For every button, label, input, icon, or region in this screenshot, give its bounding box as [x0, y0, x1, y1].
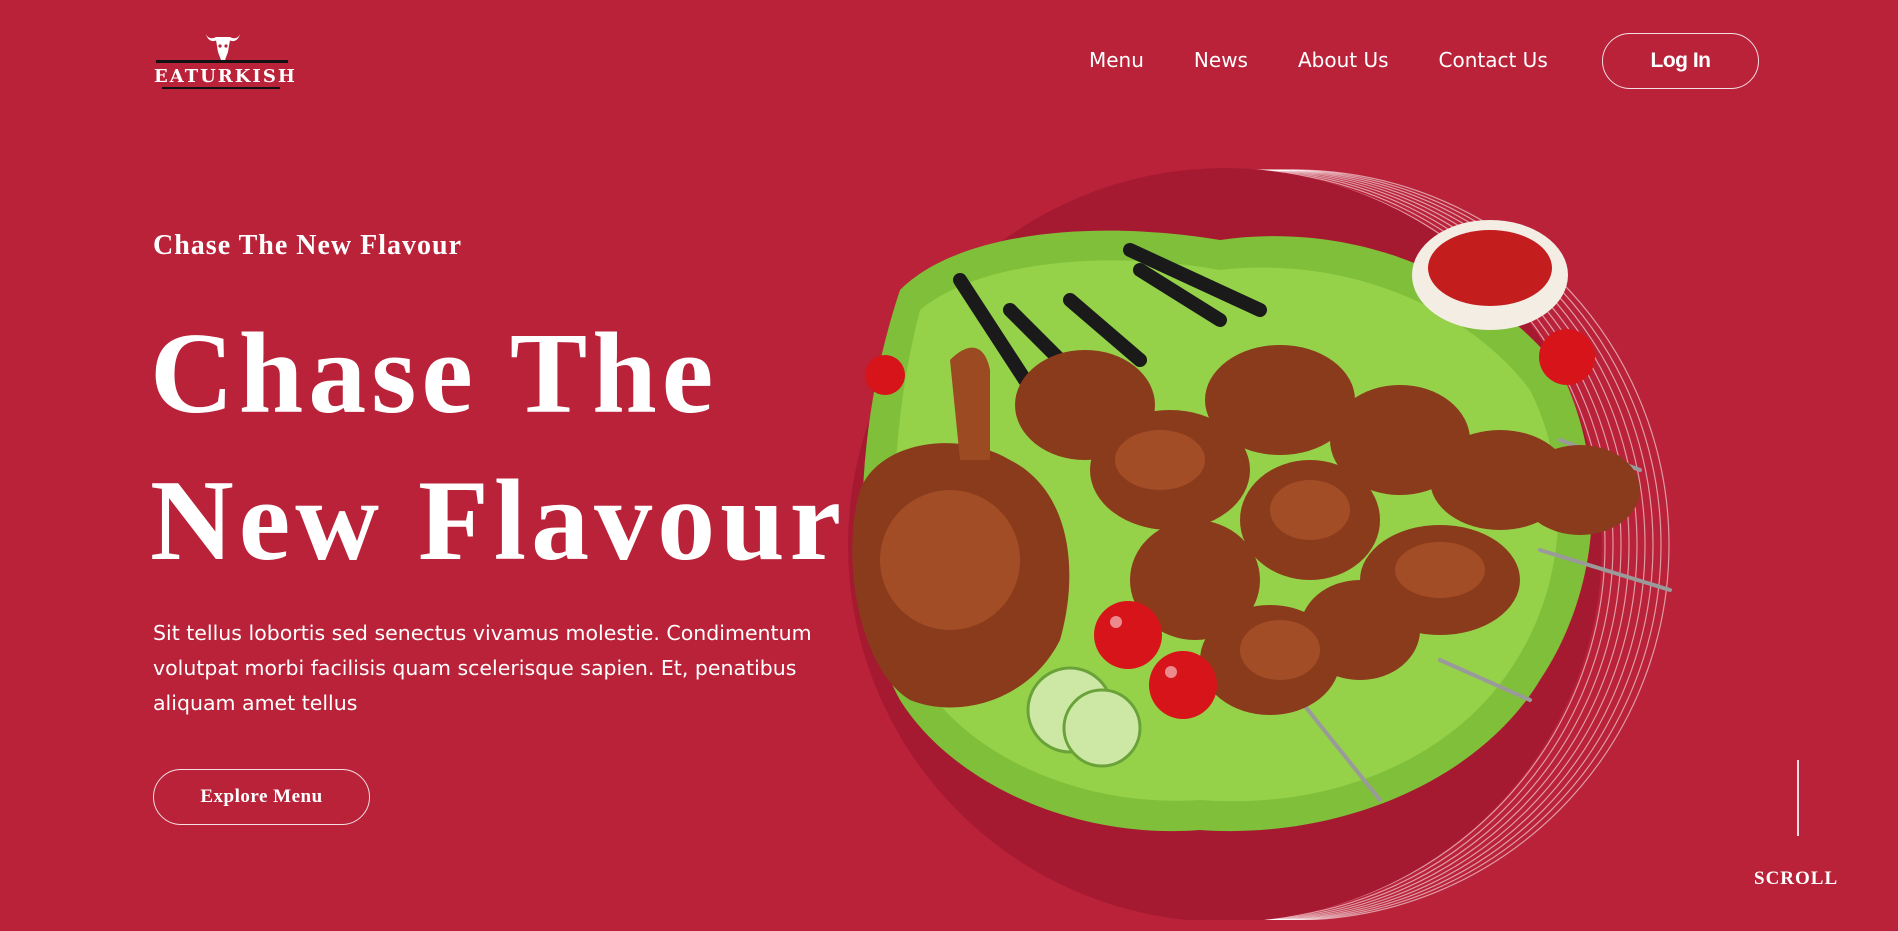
logo-underline-bottom: [162, 87, 280, 89]
nav-item-menu[interactable]: Menu: [1089, 48, 1144, 72]
brand-logo[interactable]: EATURKISH: [154, 30, 297, 92]
nav-item-about-us[interactable]: About Us: [1298, 48, 1389, 72]
hero-eyebrow: Chase The New Flavour: [153, 230, 463, 261]
brand-name: EATURKISH: [154, 66, 297, 87]
explore-menu-button[interactable]: Explore Menu: [153, 769, 370, 825]
nav-item-contact-us[interactable]: Contact Us: [1439, 48, 1548, 72]
scroll-label[interactable]: SCROLL: [1754, 868, 1838, 890]
main-nav: Menu News About Us Contact Us: [1089, 48, 1548, 72]
logo-underline: [156, 60, 288, 63]
scroll-indicator-line: [1797, 760, 1799, 836]
hero-description: Sit tellus lobortis sed senectus vivamus…: [153, 621, 812, 715]
hero-title-line-1: Chase The: [150, 310, 719, 438]
bull-skull-icon: [206, 34, 240, 60]
login-button[interactable]: Log In: [1602, 33, 1759, 89]
nav-item-news[interactable]: News: [1194, 48, 1248, 72]
hero-food-image: [840, 140, 1760, 920]
hero-title-line-2: New Flavour: [150, 457, 847, 585]
